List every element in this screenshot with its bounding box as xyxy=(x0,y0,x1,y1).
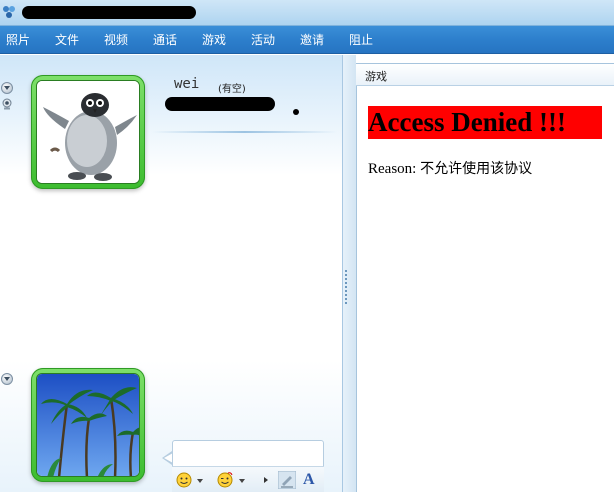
contact-avatar[interactable] xyxy=(31,75,145,189)
messenger-window: 照片 文件 视频 通话 游戏 活动 邀请 阻止 wei (有空) A 游戏 Ac… xyxy=(0,0,614,492)
smiley-dropdown-icon[interactable] xyxy=(197,479,203,483)
menu-item-games[interactable]: 游戏 xyxy=(202,32,226,48)
wink-dropdown-icon[interactable] xyxy=(239,479,245,483)
profile-divider xyxy=(152,131,337,133)
reason-label: Reason: xyxy=(368,161,417,177)
activity-panel-title: 游戏 xyxy=(365,70,387,83)
font-icon[interactable]: A xyxy=(303,471,319,489)
title-bar[interactable] xyxy=(0,0,614,26)
pen-icon[interactable] xyxy=(278,471,296,489)
error-reason: Reason: 不允许使用该协议 xyxy=(368,158,532,178)
menu-item-photos[interactable]: 照片 xyxy=(6,32,30,48)
menu-item-activities[interactable]: 活动 xyxy=(251,32,275,48)
more-arrow-icon[interactable] xyxy=(262,471,270,489)
menu-item-invite[interactable]: 邀请 xyxy=(300,32,324,48)
menu-item-video[interactable]: 视频 xyxy=(104,32,128,48)
webcam-icon[interactable] xyxy=(1,98,13,110)
compose-toolbar: A xyxy=(172,466,324,492)
conversation-panel: wei (有空) A xyxy=(0,55,342,492)
menu-item-call[interactable]: 通话 xyxy=(153,32,177,48)
activity-content xyxy=(357,87,614,492)
signature-dot xyxy=(293,109,299,115)
smiley-icon[interactable] xyxy=(176,471,192,489)
palm-trees-icon xyxy=(37,374,139,476)
app-logo-icon xyxy=(3,6,15,18)
contact-status: (有空) xyxy=(218,84,246,95)
penguin-avatar-image xyxy=(36,80,140,184)
wink-icon[interactable] xyxy=(216,471,234,489)
palm-trees-avatar-image xyxy=(36,373,140,477)
contact-name: wei xyxy=(174,76,200,92)
self-avatar[interactable] xyxy=(31,368,145,482)
activity-panel-header xyxy=(356,63,614,86)
error-heading: Access Denied !!! xyxy=(368,107,566,137)
message-input[interactable] xyxy=(175,443,320,465)
self-collapse-button[interactable] xyxy=(1,373,13,385)
splitter-grip[interactable] xyxy=(345,270,347,304)
window-title-redacted xyxy=(22,6,196,19)
contact-collapse-button[interactable] xyxy=(1,82,13,94)
menu-bar: 照片 文件 视频 通话 游戏 活动 邀请 阻止 xyxy=(0,26,614,54)
penguin-icon xyxy=(37,81,139,183)
reason-text: 不允许使用该协议 xyxy=(420,161,533,177)
menu-item-block[interactable]: 阻止 xyxy=(349,32,373,48)
menu-item-files[interactable]: 文件 xyxy=(55,32,79,48)
contact-signature-redacted xyxy=(165,97,275,111)
